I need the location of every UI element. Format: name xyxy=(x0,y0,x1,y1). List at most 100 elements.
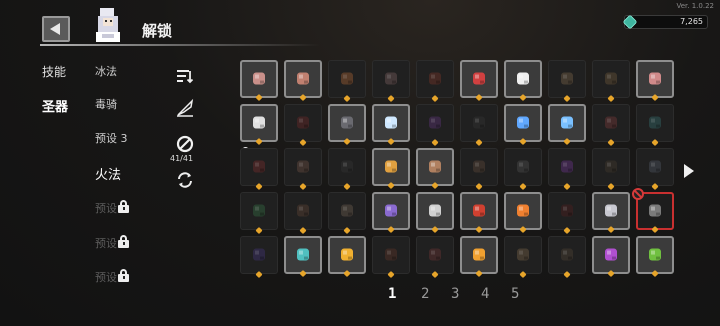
relic-slot-spoon[interactable] xyxy=(328,148,366,191)
relic-slot-ham[interactable] xyxy=(636,60,674,102)
relic-slot-gem[interactable] xyxy=(416,104,454,147)
clover-icon xyxy=(649,248,661,261)
relic-slot-blade[interactable] xyxy=(632,188,674,234)
refresh-icon[interactable] xyxy=(175,170,195,190)
star-icon xyxy=(519,93,527,102)
relic-slot-orb[interactable] xyxy=(460,104,498,147)
relic-slot-ball[interactable] xyxy=(504,148,542,191)
back-button[interactable] xyxy=(42,16,70,42)
relic-slot-book[interactable] xyxy=(592,148,630,191)
relic-slot-hand[interactable] xyxy=(328,192,366,235)
preset-item-2[interactable]: 毒骑 xyxy=(95,96,117,112)
relic-slot-boot[interactable] xyxy=(372,236,410,279)
relic-slot-pouch[interactable] xyxy=(284,60,322,102)
relic-slot-gun[interactable] xyxy=(284,192,322,235)
page-4[interactable]: 4 xyxy=(481,286,489,302)
relic-slot-gold[interactable] xyxy=(328,236,366,278)
preset-item-4[interactable]: 火法 xyxy=(95,164,121,183)
flask-icon xyxy=(561,160,573,173)
relic-slot-sparkle[interactable] xyxy=(240,104,278,146)
star-icon xyxy=(519,225,527,234)
relic-slot-swords[interactable] xyxy=(416,192,454,234)
relic-slot-plank[interactable] xyxy=(416,148,454,190)
star-icon xyxy=(607,94,615,103)
relic-slot-disc[interactable] xyxy=(548,236,586,279)
ball-icon xyxy=(517,160,529,173)
relic-slot-horn[interactable] xyxy=(240,148,278,191)
preset-item-7[interactable]: 预设 xyxy=(95,269,117,285)
relic-slot-clover[interactable] xyxy=(636,236,674,278)
relic-slot-scroll2[interactable] xyxy=(592,60,630,103)
ban-icon[interactable] xyxy=(175,134,195,154)
relic-slot-staff[interactable] xyxy=(372,192,410,234)
star-icon xyxy=(475,182,483,191)
relic-slot-boomerang[interactable] xyxy=(372,148,410,190)
relic-slot-shard[interactable] xyxy=(328,60,366,103)
currency-value: 7,265 xyxy=(680,17,703,26)
relic-slot-board[interactable] xyxy=(460,148,498,191)
relic-slot-mushroom2[interactable] xyxy=(592,104,630,147)
star-icon xyxy=(651,182,659,191)
sort-icon[interactable] xyxy=(175,66,195,86)
relic-slot-helmet[interactable] xyxy=(636,148,674,191)
relic-slot-cloak[interactable] xyxy=(416,236,454,279)
star-icon xyxy=(255,93,263,102)
page-3[interactable]: 3 xyxy=(451,286,459,302)
character-portrait-icon xyxy=(96,8,120,42)
star-icon xyxy=(519,137,527,146)
page-2[interactable]: 2 xyxy=(421,286,429,302)
relic-slot-skull[interactable] xyxy=(504,60,542,102)
star-icon xyxy=(387,225,395,234)
star-icon xyxy=(431,138,439,147)
quill-icon[interactable] xyxy=(175,98,195,118)
relic-slot-shield[interactable] xyxy=(460,192,498,234)
relic-slot-cauldron[interactable] xyxy=(592,236,630,278)
preset-item-3[interactable]: 预设 3 xyxy=(95,130,128,146)
relic-slot-coin[interactable] xyxy=(460,236,498,278)
star-icon xyxy=(563,137,571,146)
relic-slot-urn[interactable] xyxy=(284,148,322,191)
relic-slot-cloth[interactable] xyxy=(504,192,542,234)
relic-slot-ice[interactable] xyxy=(504,104,542,146)
relic-slot-dagger[interactable] xyxy=(592,192,630,234)
preset-item-6[interactable]: 预设 xyxy=(95,235,117,251)
star-icon xyxy=(607,182,615,191)
relic-slot-feather[interactable] xyxy=(372,60,410,103)
page-1[interactable]: 1 xyxy=(388,286,396,302)
ham-icon xyxy=(649,72,661,85)
relic-slot-wing[interactable] xyxy=(548,192,586,235)
pills-icon xyxy=(649,116,661,129)
preset-item-1[interactable]: 冰法 xyxy=(95,63,117,79)
orb-icon xyxy=(473,116,485,129)
relic-slot-flask[interactable] xyxy=(548,148,586,191)
next-page-arrow-icon[interactable] xyxy=(684,164,694,178)
coin-icon xyxy=(473,248,485,261)
potion-icon xyxy=(429,72,441,85)
star-icon xyxy=(431,94,439,103)
category-skills[interactable]: 技能 xyxy=(42,63,66,80)
preset-item-5[interactable]: 预设 xyxy=(95,200,117,216)
gold-icon xyxy=(341,248,353,261)
relic-slot-bat[interactable] xyxy=(284,104,322,147)
relic-slot-mushroom[interactable] xyxy=(548,104,586,146)
relic-slot-stone[interactable] xyxy=(504,236,542,279)
page-5[interactable]: 5 xyxy=(511,286,519,302)
star-icon xyxy=(387,181,395,190)
star-icon xyxy=(607,269,615,278)
relic-slot-potion[interactable] xyxy=(416,60,454,103)
relic-slot-pills[interactable] xyxy=(636,104,674,147)
ice-icon xyxy=(517,116,529,129)
star-icon xyxy=(299,93,307,102)
relic-slot-orb2[interactable] xyxy=(240,236,278,279)
category-relics[interactable]: 圣器 xyxy=(42,96,68,115)
relic-slot-spider[interactable] xyxy=(284,236,322,278)
relic-slot-scroll[interactable] xyxy=(548,60,586,103)
mushroom2-icon xyxy=(605,116,617,129)
relic-slot-ring[interactable] xyxy=(240,192,278,235)
relic-slot-steak[interactable] xyxy=(240,60,278,102)
relic-slot-mask[interactable] xyxy=(460,60,498,102)
relic-slot-crystal[interactable] xyxy=(372,104,410,146)
lock-icon xyxy=(118,269,129,282)
relic-slot-rock[interactable] xyxy=(328,104,366,146)
star-icon xyxy=(255,182,263,191)
